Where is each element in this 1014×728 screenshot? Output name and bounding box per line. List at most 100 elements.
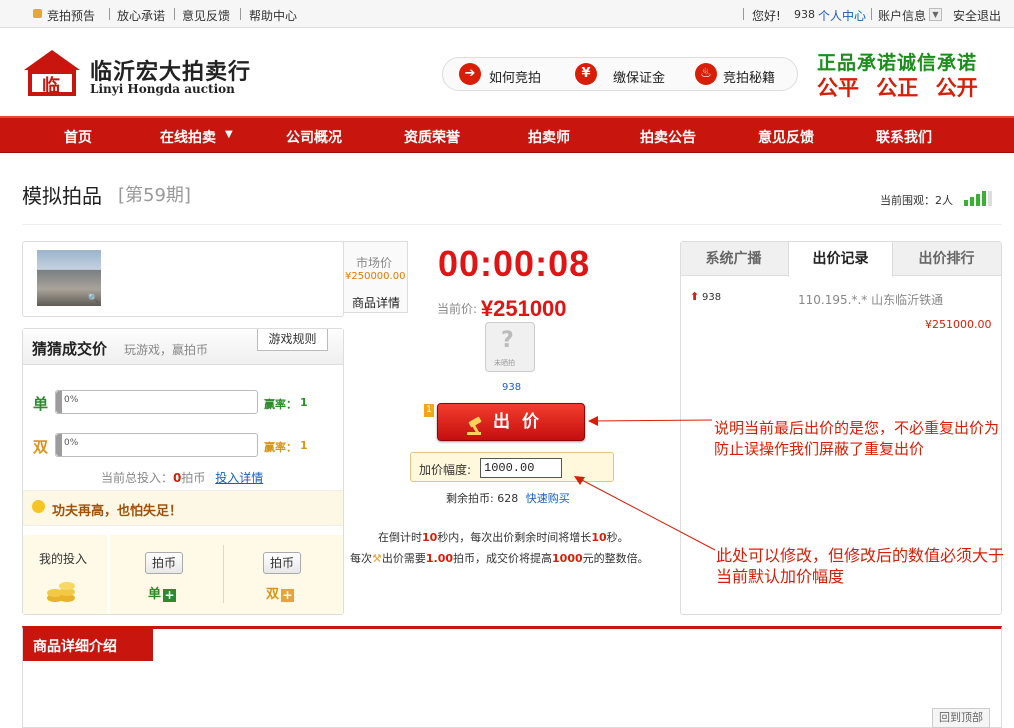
- tab-bid-records[interactable]: 出价记录: [788, 242, 893, 277]
- gavel-icon: ➔: [459, 63, 481, 85]
- nav-feedback[interactable]: 意见反馈: [758, 127, 814, 147]
- top-bar: 竞拍预告 放心承诺 意见反馈 帮助中心 您好! 938 个人中心 账户信息 ▼ …: [0, 0, 1014, 28]
- logout-link[interactable]: 安全退出: [953, 7, 1001, 24]
- annotation-note-2: 此处可以修改，但修改后的数值必须大于当前默认加价幅度: [716, 546, 1005, 586]
- bid-tips-link[interactable]: 竞拍秘籍: [723, 67, 775, 86]
- even-progress-fill: [56, 434, 62, 456]
- main-nav: 首页 在线拍卖 ▼ 公司概况 资质荣誉 拍卖师 拍卖公告 意见反馈 联系我们: [0, 116, 1014, 153]
- divider: [223, 545, 224, 603]
- greeting-text: 您好!: [752, 9, 781, 23]
- nav-auctioneer[interactable]: 拍卖师: [528, 127, 570, 147]
- odd-odds-value: 1: [300, 396, 308, 409]
- market-price-box: 市场价 ¥250000.00 商品详情: [343, 241, 408, 313]
- item-detail-tab[interactable]: 商品详细介绍: [23, 629, 153, 661]
- rule-number: 10: [422, 531, 438, 544]
- bulb-icon: [32, 500, 45, 513]
- divider: [174, 8, 175, 20]
- even-coin-button[interactable]: 拍币: [263, 552, 301, 574]
- guess-title: 猜猜成交价: [32, 340, 108, 358]
- signal-icon: [964, 190, 1000, 206]
- nav-online-auction[interactable]: 在线拍卖: [160, 127, 216, 147]
- invest-detail-link[interactable]: 投入详情: [215, 471, 263, 485]
- logo-name-en: Linyi Hongda auction: [90, 82, 235, 96]
- annotation-arrows: [574, 416, 716, 551]
- back-to-top-button[interactable]: 回到顶部: [932, 708, 990, 728]
- logo-mark: 临: [42, 76, 60, 97]
- odd-bet-label: 单: [148, 587, 162, 602]
- even-bet-button[interactable]: 双 +: [266, 583, 295, 602]
- odd-progress-fill: [56, 391, 62, 413]
- even-odds-label: 赢率：: [264, 441, 297, 454]
- help-center-link[interactable]: 帮助中心: [249, 7, 297, 24]
- even-progress-bar: 0%: [55, 433, 258, 457]
- annotation-note-1: 说明当前最后出价的是您，不必重复出价为防止误操作我们屏蔽了重复出价: [714, 419, 1000, 458]
- item-detail-title: 商品详细介绍: [33, 639, 117, 655]
- chevron-down-icon[interactable]: ▼: [929, 8, 942, 21]
- even-bet-label: 双: [266, 587, 280, 602]
- bidder-avatar: ? 未晒拍: [485, 322, 535, 372]
- divider: [743, 8, 744, 20]
- nav-contact[interactable]: 联系我们: [876, 127, 932, 147]
- table-row: ⬆ 938 110.195.*.* 山东临沂铁通 ¥251000.00: [690, 290, 992, 336]
- feedback-link[interactable]: 意见反馈: [182, 7, 230, 24]
- divider: [240, 8, 241, 20]
- odd-coin-button[interactable]: 拍币: [145, 552, 183, 574]
- rule-number: 1.00: [425, 552, 454, 565]
- game-rules-button[interactable]: 游戏规则: [257, 329, 328, 351]
- plus-icon[interactable]: +: [163, 589, 177, 602]
- issue-number: [第59期]: [118, 185, 191, 206]
- pay-deposit-link[interactable]: 缴保证金: [613, 67, 665, 86]
- nav-announcements[interactable]: 拍卖公告: [640, 127, 696, 147]
- how-to-bid-link[interactable]: 如何竞拍: [489, 67, 541, 86]
- nav-company[interactable]: 公司概况: [286, 127, 342, 147]
- auction-preview-link[interactable]: 竞拍预告: [47, 7, 95, 24]
- account-info-link[interactable]: 账户信息: [878, 7, 926, 24]
- odd-bet-button[interactable]: 单 +: [148, 583, 177, 602]
- current-price-label: 当前价:: [437, 302, 478, 316]
- item-detail-link[interactable]: 商品详情: [352, 294, 400, 311]
- divider: [107, 535, 110, 614]
- rule-text: 出价需要: [381, 552, 426, 565]
- bid-button-label: 出价: [493, 412, 551, 432]
- market-price-value: ¥250000.00: [345, 271, 406, 282]
- slogan-line-2: 公平 公正 公开: [817, 76, 978, 100]
- help-bar: ➔ 如何竞拍 ¥ 缴保证金 ♨ 竞拍秘籍: [442, 57, 798, 91]
- records-tabs: 系统广播 出价记录 出价排行: [681, 242, 1001, 277]
- my-invest-label: 我的投入: [39, 552, 88, 566]
- item-detail-section: [22, 626, 1002, 728]
- total-invest-label: 当前总投入：: [101, 471, 174, 485]
- rule-text: 在倒计时: [378, 531, 422, 544]
- divider: [109, 8, 110, 20]
- odd-percent: 0%: [64, 395, 79, 405]
- motto-text: 功夫再高，也怕失足！: [52, 504, 183, 519]
- personal-center-link[interactable]: 个人中心: [818, 7, 866, 24]
- plus-icon[interactable]: +: [281, 589, 295, 602]
- increment-input[interactable]: [480, 458, 562, 478]
- total-invest-row: 当前总投入：0拍币 投入详情: [101, 469, 263, 486]
- flame-icon: ♨: [695, 63, 717, 85]
- total-invest-unit: 拍币: [181, 471, 206, 485]
- tab-bid-ranking[interactable]: 出价排行: [894, 242, 999, 276]
- promise-link[interactable]: 放心承诺: [117, 7, 165, 24]
- bet-row: 我的投入 拍币 单 + 拍币 双 +: [23, 535, 343, 614]
- remaining-coins: 剩余拍币: 628: [446, 492, 519, 505]
- chevron-down-icon[interactable]: ▼: [225, 129, 233, 140]
- page-title: 模拟拍品: [22, 184, 102, 208]
- nav-home[interactable]: 首页: [64, 127, 92, 147]
- logo-icon: 临: [22, 48, 82, 98]
- coins-icon: [45, 577, 78, 603]
- odd-odds-label: 赢率：: [264, 398, 297, 411]
- motto-row: 功夫再高，也怕失足！: [23, 490, 343, 526]
- zoom-icon[interactable]: 🔍: [88, 294, 99, 304]
- record-price: ¥251000.00: [925, 318, 992, 331]
- gavel-icon: [466, 413, 488, 435]
- avatar-caption: 未晒拍: [494, 359, 515, 367]
- even-odds-value: 1: [300, 439, 308, 452]
- gavel-icon: ⚒: [372, 552, 382, 565]
- speaker-icon: [33, 9, 42, 18]
- question-icon: ?: [501, 328, 514, 353]
- odd-progress-bar: 0%: [55, 390, 258, 414]
- nav-honors[interactable]: 资质荣誉: [404, 127, 460, 147]
- tab-broadcast[interactable]: 系统广播: [681, 242, 786, 276]
- item-thumbnail[interactable]: 🔍: [37, 250, 101, 306]
